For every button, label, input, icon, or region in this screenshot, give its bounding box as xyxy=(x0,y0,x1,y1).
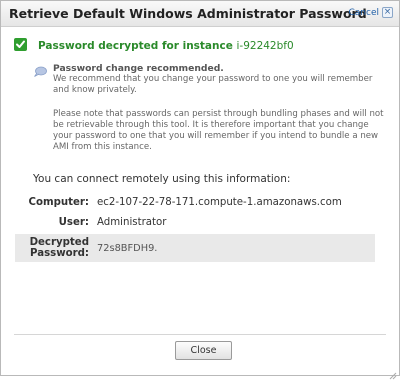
password-row: Decrypted Password: 72s8BFDH9. xyxy=(15,234,375,262)
user-label: User: xyxy=(58,217,89,228)
computer-label: Computer: xyxy=(28,197,89,208)
password-value: 72s8BFDH9. xyxy=(97,243,158,254)
notice-title: Password change recommended. xyxy=(53,63,224,74)
footer-divider xyxy=(14,334,386,335)
computer-row: Computer: ec2-107-22-78-171.compute-1.am… xyxy=(15,197,375,213)
user-value: Administrator xyxy=(97,217,167,228)
dialog-titlebar: Retrieve Default Windows Administrator P… xyxy=(1,1,399,27)
resize-grip[interactable] xyxy=(389,365,397,380)
connect-intro-text: You can connect remotely using this info… xyxy=(33,173,291,185)
retrieve-password-dialog: Retrieve Default Windows Administrator P… xyxy=(0,0,400,380)
success-text: Password decrypted for instance i-92242b… xyxy=(38,40,294,52)
cancel-link[interactable]: Cancel xyxy=(349,8,380,18)
success-message-text: Password decrypted for instance xyxy=(38,40,233,52)
computer-value: ec2-107-22-78-171.compute-1.amazonaws.co… xyxy=(97,197,342,208)
dialog-title: Retrieve Default Windows Administrator P… xyxy=(9,6,367,21)
password-label: Decrypted Password: xyxy=(29,237,89,259)
close-button[interactable]: Close xyxy=(175,341,232,360)
notice-paragraph-2: Please note that passwords can persist t… xyxy=(53,109,384,152)
user-row: User: Administrator xyxy=(15,217,375,233)
instance-id: i-92242bf0 xyxy=(236,40,294,52)
checkmark-icon xyxy=(14,38,27,51)
close-icon[interactable]: × xyxy=(382,7,393,18)
speech-bubble-icon xyxy=(33,63,47,77)
notice-paragraph-1: We recommend that you change your passwo… xyxy=(53,74,373,95)
